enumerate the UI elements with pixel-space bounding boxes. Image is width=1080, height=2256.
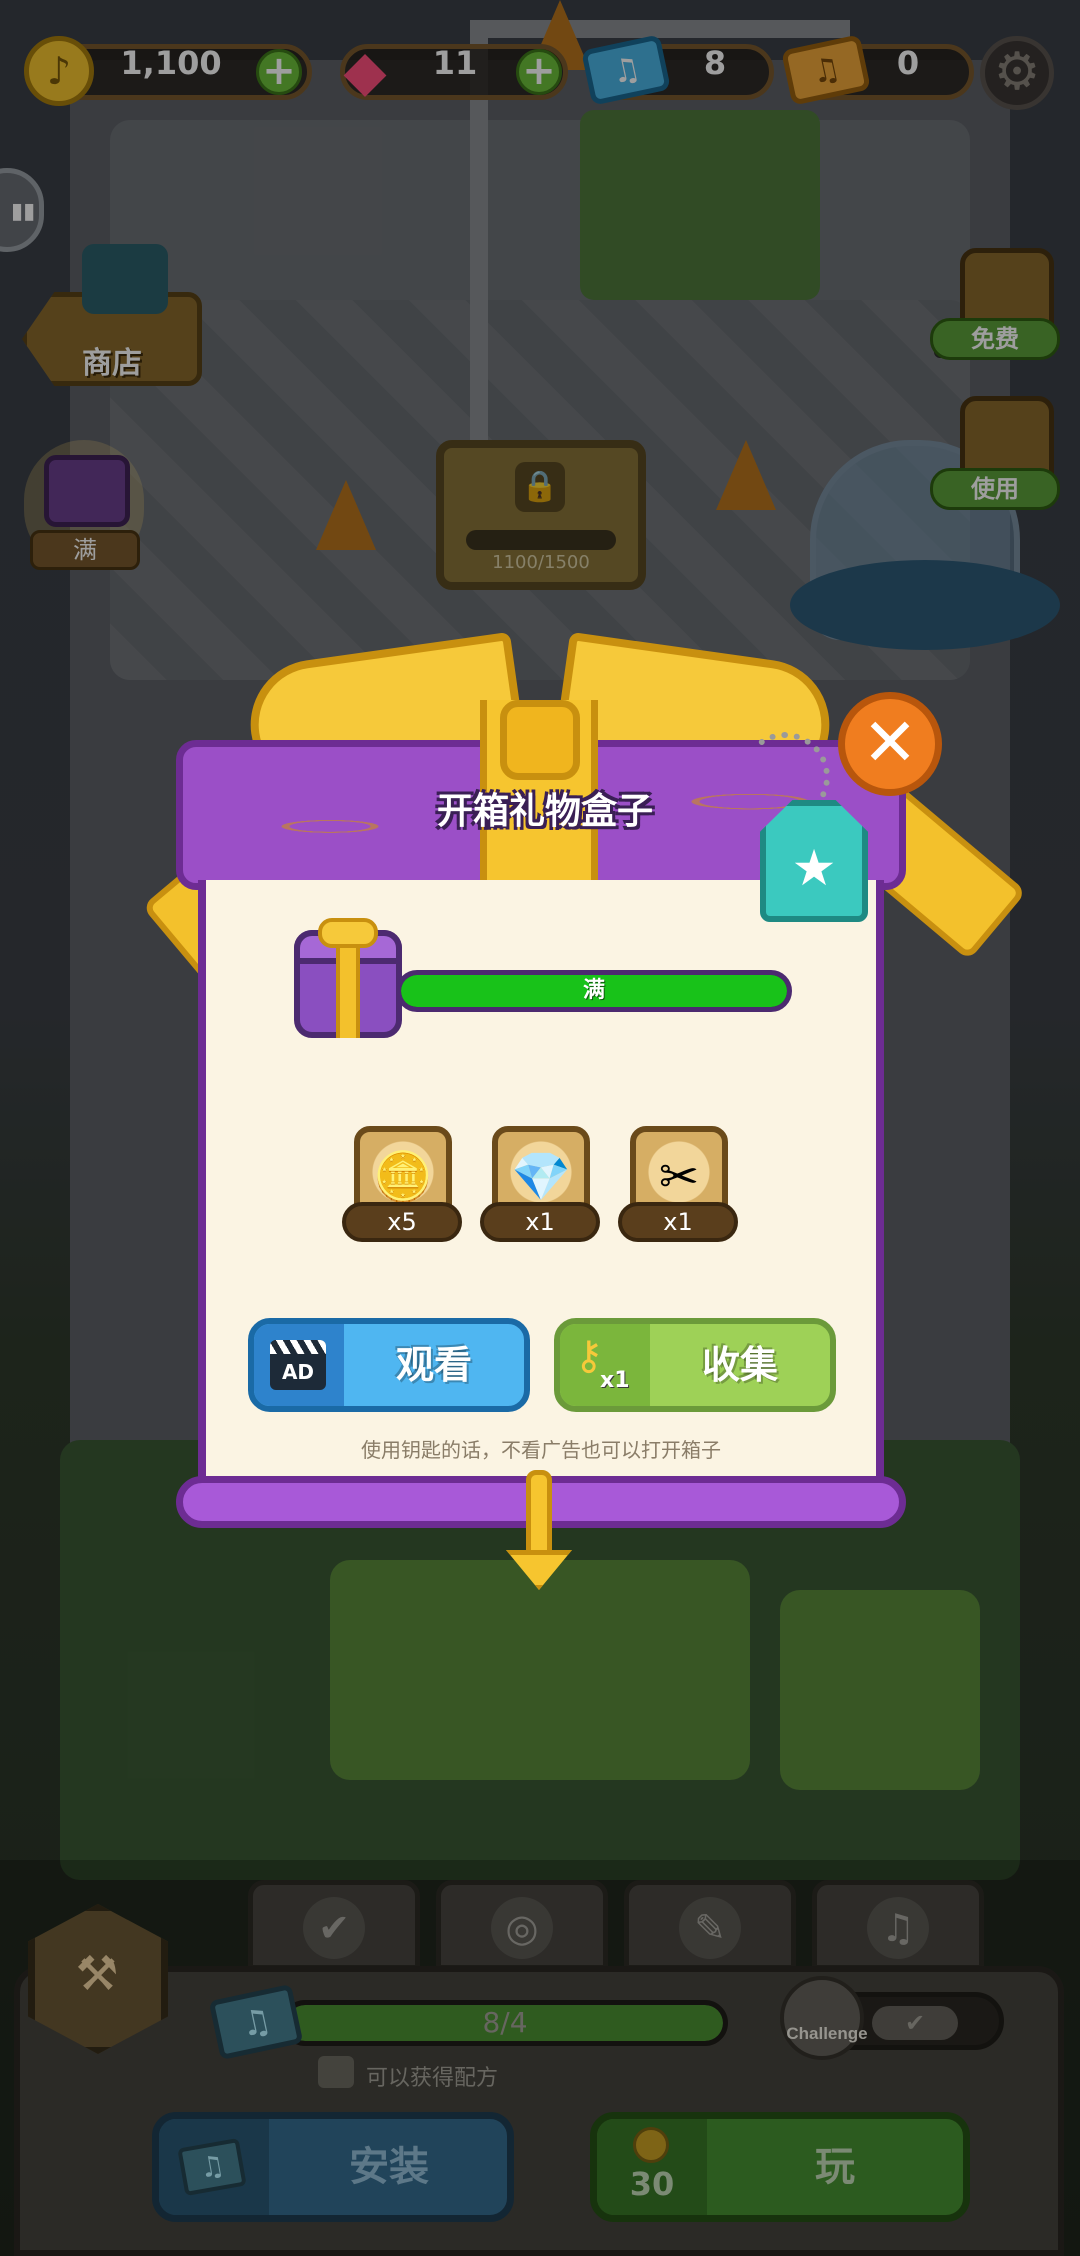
watch-label: 观看	[395, 1343, 472, 1387]
install-label: 安装	[349, 2144, 429, 2190]
challenge-label: Challenge	[786, 2024, 868, 2043]
checkmark-icon: ✔	[303, 1897, 365, 1959]
gift-box-bow	[318, 918, 378, 948]
recipe-icon	[318, 2056, 354, 2088]
reward-qty: x1	[480, 1202, 600, 1242]
flag-icon	[780, 1976, 864, 2060]
playlist-icon: ♫	[867, 1897, 929, 1959]
gift-progress-bar: 满	[396, 970, 792, 1012]
coin-icon	[633, 2127, 669, 2163]
play-cost: 30	[629, 2165, 675, 2203]
clapperboard-ad-icon: AD	[270, 1340, 326, 1390]
gift-progress-label: 满	[582, 978, 605, 1003]
watch-ad-button[interactable]: AD 观看	[248, 1318, 530, 1412]
collect-label: 收集	[701, 1343, 778, 1387]
collect-button[interactable]: ⚷ x1 收集	[554, 1318, 836, 1412]
bow-knot	[500, 700, 580, 780]
play-button[interactable]: 30 玩	[590, 2112, 970, 2222]
reward-qty: x1	[618, 1202, 738, 1242]
target-icon: ◎	[491, 1897, 553, 1959]
paintbrush-icon: ✎	[679, 1897, 741, 1959]
key-hint-text: 使用钥匙的话，不看广告也可以打开箱子	[361, 1438, 721, 1462]
bottom-tabs: ✔ ◎ ✎ ♫	[248, 1880, 998, 1970]
tab-target[interactable]: ◎	[436, 1880, 608, 1970]
tab-tasks[interactable]: ✔	[248, 1880, 420, 1970]
hammer-box-icon: ⚒	[75, 1946, 119, 2002]
close-button[interactable]: ✕	[838, 692, 942, 796]
reward-qty: x5	[342, 1202, 462, 1242]
key-qty: x1	[600, 1368, 630, 1393]
star-icon: ★	[791, 839, 837, 897]
tab-playlist[interactable]: ♫	[812, 1880, 984, 1970]
toggle-switch[interactable]: ✔	[872, 2006, 958, 2040]
install-button[interactable]: ♫ 安装	[152, 2112, 514, 2222]
modal-title: 开箱礼物盒子	[436, 791, 653, 832]
recipe-hint: 可以获得配方	[366, 2066, 499, 2091]
note-progress-bar: 8/4	[282, 2000, 728, 2046]
play-label: 玩	[815, 2144, 855, 2190]
tab-decor[interactable]: ✎	[624, 1880, 796, 1970]
note-progress-text: 8/4	[482, 2006, 528, 2039]
